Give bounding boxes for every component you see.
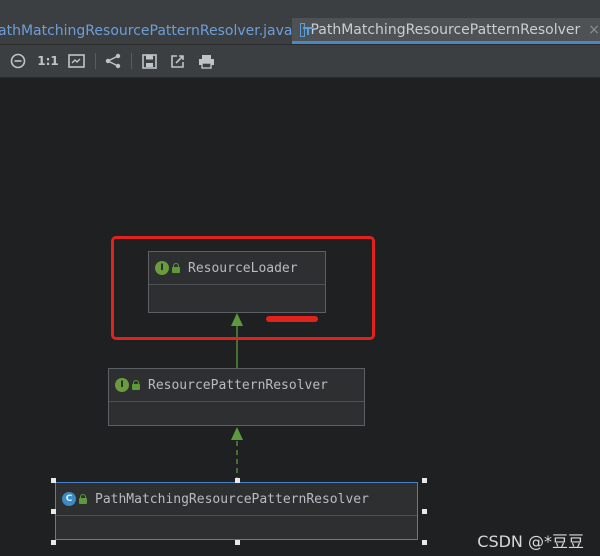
selection-handle[interactable]	[422, 540, 427, 545]
diagram-node-resource-pattern-resolver[interactable]: I ResourcePatternResolver	[108, 368, 365, 426]
node-header: C PathMatchingResourcePatternResolver	[56, 483, 417, 516]
public-lock-icon	[132, 380, 140, 390]
selection-handle[interactable]	[235, 540, 240, 545]
watermark: CSDN @*豆豆	[477, 532, 584, 551]
edge-arrowhead	[231, 427, 243, 440]
node-name: PathMatchingResourcePatternResolver	[95, 491, 369, 507]
class-icon: C	[62, 492, 76, 506]
node-header: I ResourcePatternResolver	[109, 369, 364, 402]
public-lock-icon	[79, 494, 87, 504]
diagram-node-path-matching-resource-pattern-resolver[interactable]: C PathMatchingResourcePatternResolver	[55, 482, 418, 540]
selection-handle[interactable]	[51, 478, 56, 483]
selection-handle[interactable]	[422, 478, 427, 483]
annotation-highlight-box	[111, 236, 375, 340]
selection-handle[interactable]	[422, 509, 427, 514]
interface-icon: I	[115, 378, 129, 392]
selection-handle[interactable]	[51, 540, 56, 545]
node-name: ResourcePatternResolver	[148, 377, 329, 393]
annotation-underline	[266, 316, 318, 322]
selection-handle[interactable]	[51, 509, 56, 514]
selection-handle[interactable]	[235, 478, 240, 483]
